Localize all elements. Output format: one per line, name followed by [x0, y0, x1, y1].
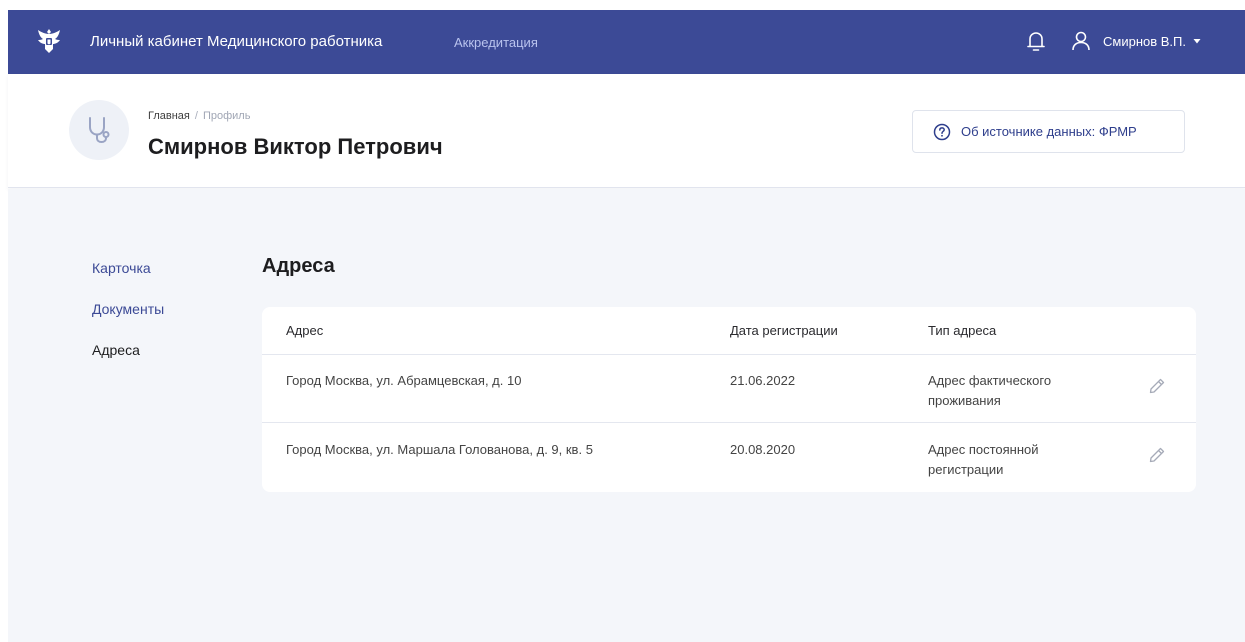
column-header-date: Дата регистрации	[730, 323, 838, 338]
pencil-icon[interactable]	[1148, 377, 1166, 395]
data-source-button[interactable]: Об источнике данных: ФРМР	[912, 110, 1185, 153]
side-nav-item-card[interactable]: Карточка	[92, 260, 164, 276]
section-title: Адреса	[262, 255, 335, 277]
avatar	[69, 100, 129, 160]
side-nav: Карточка Документы Адреса	[92, 260, 164, 383]
question-circle-icon	[933, 123, 951, 140]
page-title: Смирнов Виктор Петрович	[148, 134, 443, 159]
profile-header: Главная / Профиль Смирнов Виктор Петрович …	[8, 74, 1245, 188]
user-name: Смирнов В.П.	[1103, 33, 1186, 49]
bell-icon[interactable]	[1026, 30, 1046, 52]
cell-date: 20.08.2020	[730, 442, 796, 457]
user-icon	[1072, 31, 1090, 51]
accreditation-link[interactable]: Аккредитация	[454, 35, 538, 50]
breadcrumb: Главная / Профиль	[148, 110, 250, 122]
table-row: Город Москва, ул. Маршала Голованова, д.…	[262, 424, 1196, 492]
cell-type: Адрес фактического проживания	[928, 373, 1052, 408]
table-header: Адрес Дата регистрации Тип адреса	[262, 307, 1196, 355]
breadcrumb-separator: /	[194, 110, 198, 122]
side-nav-item-addresses[interactable]: Адреса	[92, 342, 164, 358]
cell-type: Адрес постоянной регистрации	[928, 442, 1039, 477]
caret-down-icon	[1193, 39, 1201, 44]
breadcrumb-home[interactable]: Главная	[148, 110, 190, 122]
app-title[interactable]: Личный кабинет Медицинского работника	[90, 33, 382, 50]
addresses-table: Адрес Дата регистрации Тип адреса Город …	[262, 307, 1196, 492]
cell-address: Город Москва, ул. Абрамцевская, д. 10	[286, 373, 522, 388]
content-area: Карточка Документы Адреса Адреса Адрес Д…	[8, 189, 1245, 642]
emblem-icon[interactable]	[36, 27, 62, 55]
stethoscope-icon	[89, 117, 110, 144]
side-nav-item-documents[interactable]: Документы	[92, 301, 164, 317]
cell-address: Город Москва, ул. Маршала Голованова, д.…	[286, 442, 593, 457]
column-header-type: Тип адреса	[928, 323, 997, 338]
table-row: Город Москва, ул. Абрамцевская, д. 10 21…	[262, 355, 1196, 423]
cell-date: 21.06.2022	[730, 373, 796, 388]
pencil-icon[interactable]	[1148, 446, 1166, 464]
breadcrumb-current: Профиль	[202, 110, 251, 122]
user-menu[interactable]: Смирнов В.П.	[1070, 28, 1202, 54]
column-header-address: Адрес	[286, 323, 324, 338]
data-source-label: Об источнике данных: ФРМР	[961, 124, 1137, 139]
top-bar: Личный кабинет Медицинского работника Ак…	[8, 10, 1245, 74]
